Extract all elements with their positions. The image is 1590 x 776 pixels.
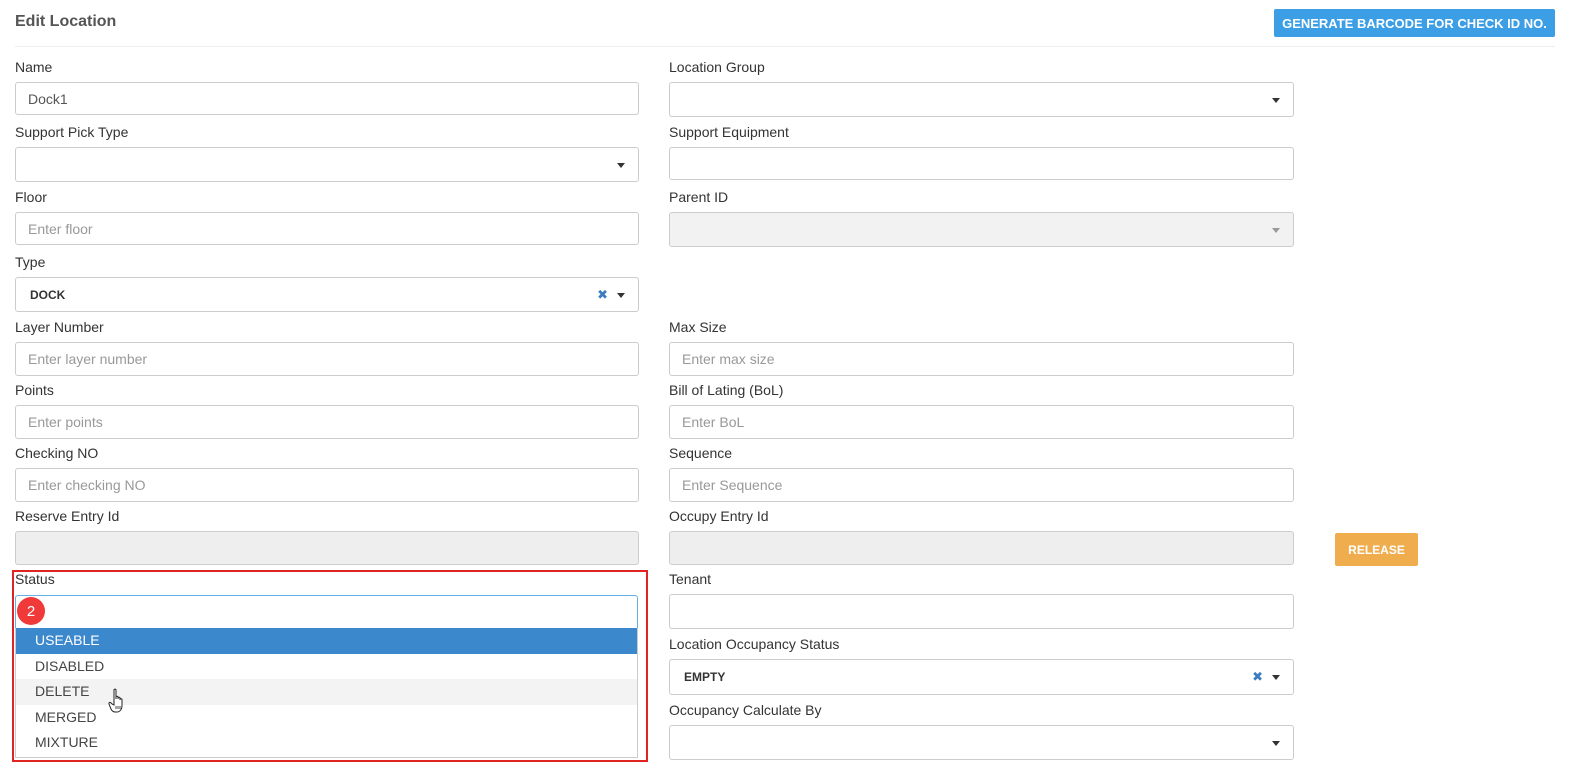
tenant-input[interactable] — [669, 594, 1294, 629]
bol-input[interactable]: Enter BoL — [669, 405, 1294, 439]
caret-down-icon — [1272, 740, 1280, 746]
max-size-placeholder: Enter max size — [682, 351, 775, 367]
caret-down-icon — [1272, 227, 1280, 233]
occupy-entry-id-input — [669, 531, 1294, 565]
name-value: Dock1 — [28, 90, 68, 107]
bol-label: Bill of Lating (BoL) — [669, 382, 784, 398]
caret-down-icon — [1272, 97, 1280, 103]
reserve-entry-id-input — [15, 531, 639, 565]
reserve-entry-id-label: Reserve Entry Id — [15, 508, 120, 524]
location-group-select[interactable] — [669, 82, 1294, 117]
location-occupancy-status-value: EMPTY — [684, 670, 726, 684]
release-button[interactable]: RELEASE — [1335, 533, 1418, 566]
name-label: Name — [15, 59, 53, 75]
floor-placeholder: Enter floor — [28, 220, 93, 237]
max-size-label: Max Size — [669, 319, 727, 335]
clear-icon[interactable]: ✖ — [1252, 669, 1263, 685]
page-title: Edit Location — [15, 13, 117, 30]
layer-number-input[interactable]: Enter layer number — [15, 342, 639, 376]
caret-down-icon — [617, 162, 625, 168]
parent-id-select — [669, 212, 1294, 247]
type-label: Type — [15, 254, 46, 270]
tenant-label: Tenant — [669, 571, 712, 587]
sequence-placeholder: Enter Sequence — [682, 477, 783, 493]
support-pick-type-label: Support Pick Type — [15, 124, 129, 140]
max-size-input[interactable]: Enter max size — [669, 342, 1294, 376]
checking-no-placeholder: Enter checking NO — [28, 477, 146, 493]
caret-down-icon — [617, 292, 625, 298]
bol-placeholder: Enter BoL — [682, 414, 745, 430]
support-pick-type-select[interactable] — [15, 147, 639, 182]
occupancy-calculate-by-select[interactable] — [669, 725, 1294, 760]
annotation-highlight-box — [12, 570, 648, 762]
step-badge: 2 — [17, 597, 45, 625]
generate-barcode-button[interactable]: GENERATE BARCODE FOR CHECK ID NO. — [1274, 9, 1555, 37]
type-value: DOCK — [30, 287, 66, 302]
name-input[interactable]: Dock1 — [15, 82, 639, 115]
sequence-input[interactable]: Enter Sequence — [669, 468, 1294, 502]
floor-input[interactable]: Enter floor — [15, 212, 639, 245]
layer-number-placeholder: Enter layer number — [28, 351, 148, 367]
support-equipment-label: Support Equipment — [669, 124, 789, 140]
type-select[interactable]: DOCK ✖ — [15, 277, 639, 312]
occupancy-calculate-by-label: Occupancy Calculate By — [669, 702, 822, 718]
clear-icon[interactable]: ✖ — [597, 287, 608, 303]
occupy-entry-id-label: Occupy Entry Id — [669, 508, 769, 524]
checking-no-label: Checking NO — [15, 445, 99, 461]
checking-no-input[interactable]: Enter checking NO — [15, 468, 639, 502]
layer-number-label: Layer Number — [15, 319, 104, 335]
points-input[interactable]: Enter points — [15, 405, 639, 439]
location-occupancy-status-select[interactable]: EMPTY ✖ — [669, 659, 1294, 695]
floor-label: Floor — [15, 189, 47, 205]
location-group-label: Location Group — [669, 59, 765, 75]
header-divider — [15, 46, 1555, 47]
points-label: Points — [15, 382, 54, 398]
hand-pointer-icon — [108, 688, 123, 713]
sequence-label: Sequence — [669, 445, 733, 461]
location-occupancy-status-label: Location Occupancy Status — [669, 636, 840, 652]
parent-id-label: Parent ID — [669, 189, 729, 205]
caret-down-icon — [1272, 675, 1280, 680]
support-equipment-input[interactable] — [669, 147, 1294, 180]
points-placeholder: Enter points — [28, 414, 103, 430]
